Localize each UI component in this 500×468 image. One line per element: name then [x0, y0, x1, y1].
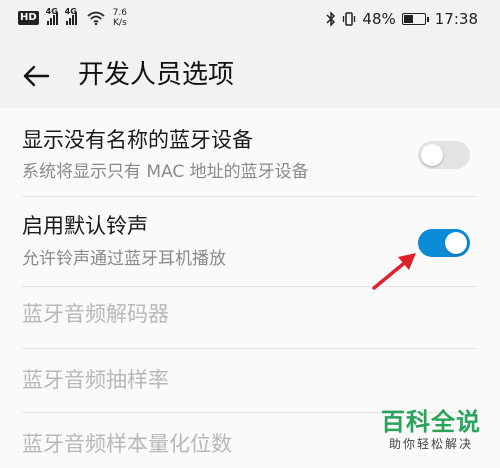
watermark-main-text: 百科全说	[381, 408, 481, 436]
status-right: 48% 17:38	[326, 10, 478, 28]
page-title: 开发人员选项	[78, 60, 235, 90]
annotation-arrow-icon	[372, 253, 416, 290]
setting-subtitle: 允许铃声通过蓝牙耳机播放	[22, 249, 226, 269]
setting-bt-audio-codec[interactable]: 蓝牙音频解码器	[0, 286, 500, 346]
watermark-sub-text: 助你轻松解决	[388, 437, 473, 451]
battery-percent: 48%	[362, 10, 396, 28]
signal-icon: 4G	[46, 7, 58, 25]
network-type-label: 4G	[64, 7, 77, 16]
signal-icon: 4G	[65, 7, 77, 25]
bluetooth-icon	[326, 11, 336, 27]
setting-title: 显示没有名称的蓝牙设备	[22, 128, 253, 152]
setting-bt-sample-rate[interactable]: 蓝牙音频抽样率	[0, 348, 500, 408]
speed-value: 7.6	[112, 8, 127, 18]
setting-title: 蓝牙音频抽样率	[22, 368, 169, 392]
toggle-switch-on[interactable]	[418, 229, 470, 257]
battery-icon	[401, 13, 429, 25]
setting-title: 启用默认铃声	[22, 214, 148, 238]
vibrate-icon	[343, 12, 356, 26]
arrow-left-icon[interactable]	[22, 64, 50, 88]
speed-unit: K/s	[113, 18, 127, 28]
network-type-label: 4G	[45, 7, 58, 16]
status-left: HD 4G 4G 7.6 K/s	[18, 7, 127, 28]
setting-default-ringtone[interactable]: 启用默认铃声 允许铃声通过蓝牙耳机播放	[0, 196, 500, 284]
setting-title: 蓝牙音频样本量化位数	[22, 432, 232, 456]
status-bar: HD 4G 4G 7.6 K/s 48% 17:38	[0, 0, 500, 40]
setting-show-unnamed-bluetooth[interactable]: 显示没有名称的蓝牙设备 系统将显示只有 MAC 地址的蓝牙设备	[0, 108, 500, 194]
clock: 17:38	[434, 10, 478, 28]
toggle-knob	[421, 144, 443, 166]
setting-subtitle: 系统将显示只有 MAC 地址的蓝牙设备	[22, 162, 309, 182]
watermark-logo: 百科全说 助你轻松解决	[372, 408, 490, 452]
wifi-icon	[87, 11, 105, 25]
setting-title: 蓝牙音频解码器	[22, 302, 169, 326]
toggle-knob	[445, 232, 467, 254]
app-header: 开发人员选项	[0, 40, 500, 108]
hd-icon: HD	[18, 11, 39, 25]
network-speed: 7.6 K/s	[113, 8, 127, 28]
toggle-switch-off[interactable]	[418, 141, 470, 169]
